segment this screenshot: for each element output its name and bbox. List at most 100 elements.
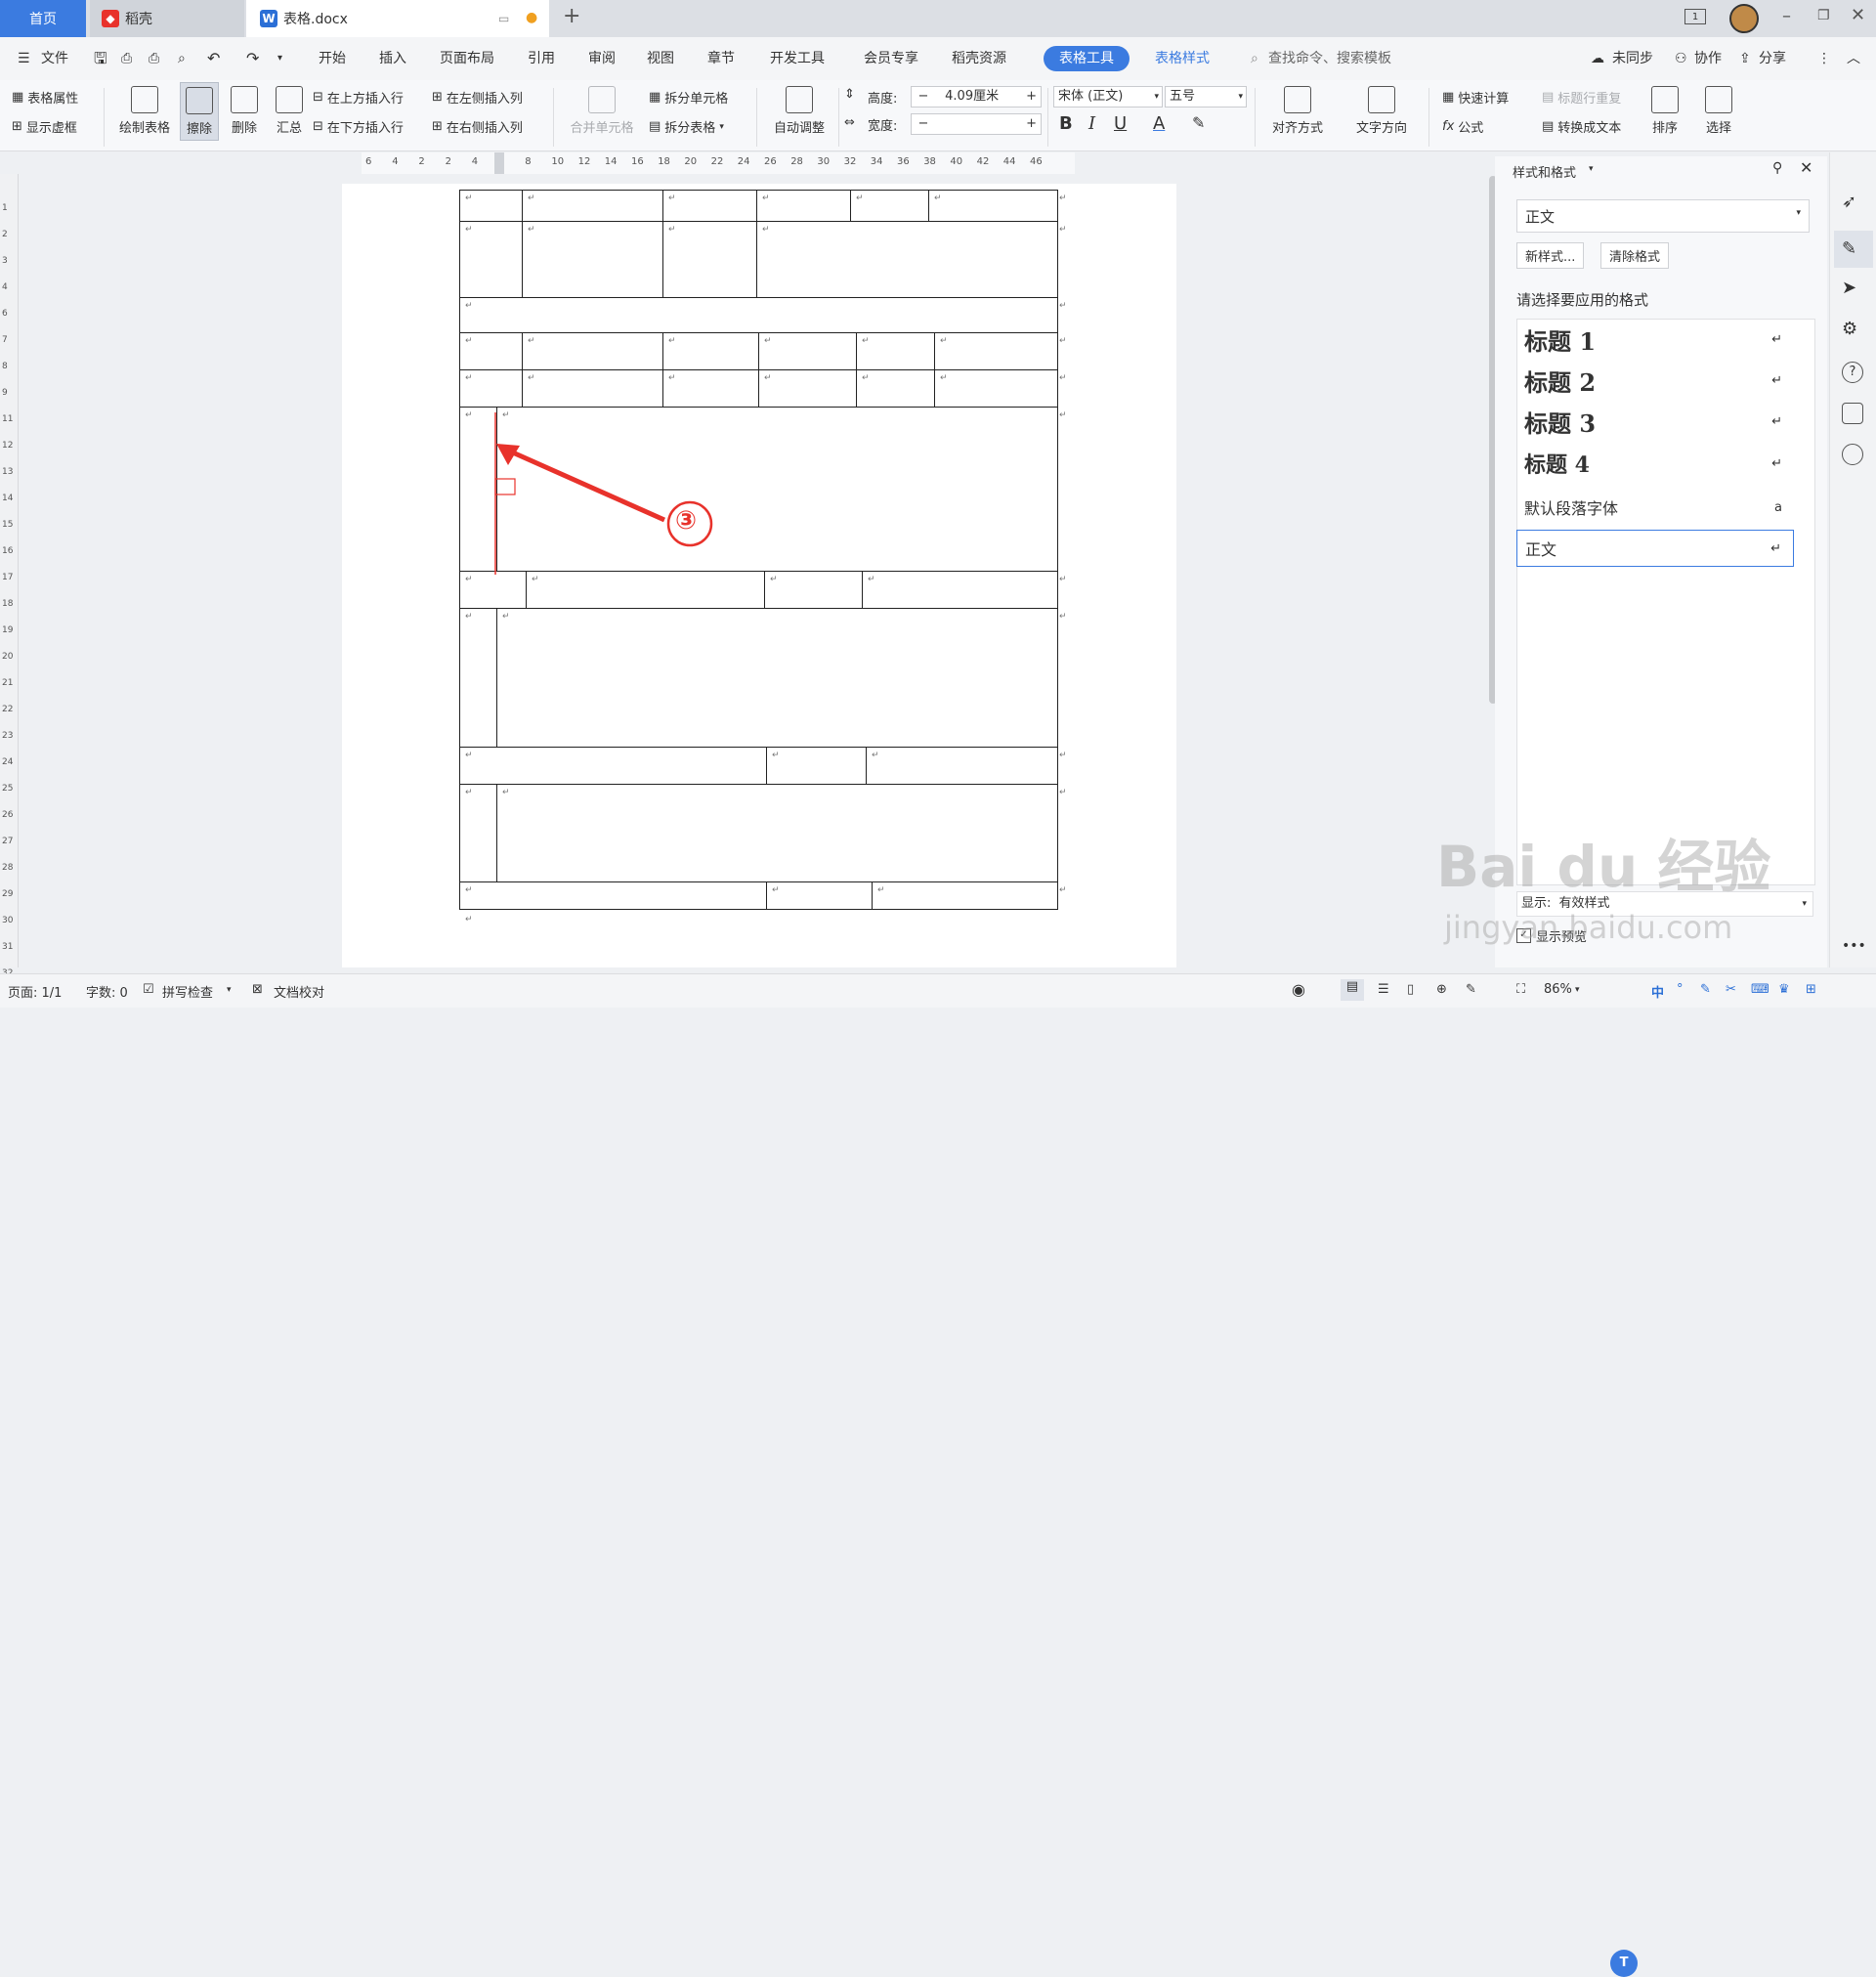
save-icon[interactable]: 🖫 xyxy=(94,37,107,80)
close-icon[interactable]: ✕ xyxy=(1851,5,1865,25)
ime-pen-icon[interactable]: ✎ xyxy=(1700,982,1711,997)
font-name-select[interactable]: 宋体 (正文) ▾ xyxy=(1053,86,1163,107)
align-button[interactable]: 对齐方式 xyxy=(1260,86,1335,136)
collapse-ribbon-icon[interactable]: ︿ xyxy=(1847,37,1860,80)
bold-button[interactable]: B xyxy=(1059,113,1073,134)
chevron-down-icon[interactable]: ▾ xyxy=(227,985,232,995)
menu-file[interactable]: 文件 xyxy=(41,37,68,80)
current-style-select[interactable]: 正文 ▾ xyxy=(1516,199,1810,233)
width-field[interactable]: − + xyxy=(911,113,1042,135)
width-increase-button[interactable]: + xyxy=(1026,114,1037,134)
sliders-icon[interactable]: ⚙ xyxy=(1842,319,1863,340)
menu-view[interactable]: 视图 xyxy=(647,37,674,80)
menu-section[interactable]: 章节 xyxy=(707,37,735,80)
menu-start[interactable]: 开始 xyxy=(319,37,346,80)
menu-review[interactable]: 审阅 xyxy=(588,37,616,80)
table-cell[interactable] xyxy=(872,881,1058,910)
sort-button[interactable]: 排序 xyxy=(1647,86,1683,136)
width-decrease-button[interactable]: − xyxy=(916,114,931,134)
chevron-down-icon[interactable]: ▾ xyxy=(1589,164,1594,174)
insert-row-above-button[interactable]: ⊟ 在上方插入行 xyxy=(313,88,404,107)
minimize-icon[interactable]: – xyxy=(1782,6,1791,26)
text-direction-button[interactable]: 文字方向 xyxy=(1344,86,1419,136)
table-properties-button[interactable]: ▦ 表格属性 xyxy=(12,88,78,107)
table-cell[interactable] xyxy=(866,747,1058,785)
auto-fit-button[interactable]: 自动调整 xyxy=(762,86,836,136)
ime-mode-button[interactable]: 中 xyxy=(1651,982,1664,1001)
outline-view-icon[interactable]: ☰ xyxy=(1378,982,1389,997)
window-switch-icon[interactable]: 1 xyxy=(1684,9,1706,24)
collab-button[interactable]: 协作 xyxy=(1694,37,1722,80)
repeat-header-button[interactable]: ▤ 标题行重复 xyxy=(1542,88,1621,107)
table-cell[interactable] xyxy=(459,881,767,910)
page-view-icon[interactable]: ▤ xyxy=(1341,979,1364,1001)
style-item[interactable]: 标题 2 ↵ xyxy=(1516,362,1794,399)
table-cell[interactable] xyxy=(766,747,867,785)
font-size-select[interactable]: 五号 ▾ xyxy=(1165,86,1247,107)
monitor-icon[interactable]: ▭ xyxy=(498,12,509,25)
lightning-icon[interactable] xyxy=(1842,444,1863,465)
font-color-button[interactable]: A xyxy=(1153,113,1165,134)
height-field[interactable]: − 4.09厘米 + xyxy=(911,86,1042,107)
draw-table-button[interactable]: 绘制表格 xyxy=(113,86,176,136)
eraser-button[interactable]: 擦除 xyxy=(180,82,219,141)
pen-mode-icon[interactable]: ✎ xyxy=(1466,982,1476,997)
fit-page-icon[interactable]: ⛶ xyxy=(1516,982,1525,997)
ime-keyboard-icon[interactable]: ⌨ xyxy=(1751,982,1769,997)
italic-button[interactable]: I xyxy=(1088,113,1095,134)
summary-button[interactable]: 汇总 xyxy=(272,86,307,136)
merge-cells-button[interactable]: 合并单元格 xyxy=(561,86,643,136)
export-pdf-icon[interactable]: ⎙ xyxy=(121,37,132,80)
redo-icon[interactable]: ↷ xyxy=(246,37,259,80)
pin-icon[interactable]: ⚲ xyxy=(1772,160,1782,176)
more-icon[interactable]: ⋮ xyxy=(1817,37,1831,80)
height-decrease-button[interactable]: − xyxy=(916,87,931,107)
table-cell[interactable] xyxy=(764,571,863,609)
search-input[interactable]: 查找命令、搜索模板 xyxy=(1268,37,1391,80)
panel-title[interactable]: 样式和格式 xyxy=(1513,162,1576,181)
show-gridlines-button[interactable]: ⊞ 显示虚框 xyxy=(12,117,77,136)
style-item[interactable]: 标题 4 ↵ xyxy=(1516,445,1794,482)
zoom-level[interactable]: 86% xyxy=(1544,982,1572,997)
ime-punct-icon[interactable]: ° xyxy=(1677,982,1684,997)
insert-col-left-button[interactable]: ⊞ 在左侧插入列 xyxy=(432,88,523,107)
insert-col-right-button[interactable]: ⊞ 在右侧插入列 xyxy=(432,117,523,136)
table-cell[interactable] xyxy=(766,881,873,910)
table-cell[interactable] xyxy=(526,571,765,609)
highlight-icon[interactable]: ✎ xyxy=(1192,113,1205,132)
chevron-down-icon[interactable]: ▾ xyxy=(1575,985,1580,995)
split-table-button[interactable]: ▤ 拆分表格 ▾ xyxy=(649,117,724,136)
new-tab-button[interactable]: + xyxy=(563,4,580,28)
doc-proof-button[interactable]: 文档校对 xyxy=(274,982,324,1001)
menu-docer-resources[interactable]: 稻壳资源 xyxy=(952,37,1006,80)
new-style-button[interactable]: 新样式... xyxy=(1516,242,1585,269)
style-item[interactable]: 标题 1 ↵ xyxy=(1516,321,1794,358)
convert-to-text-button[interactable]: ▤ 转换成文本 xyxy=(1542,117,1621,136)
quick-calc-button[interactable]: ▦ 快速计算 xyxy=(1442,88,1509,107)
clear-format-button[interactable]: 清除格式 xyxy=(1600,242,1670,269)
table-cell[interactable] xyxy=(496,784,1058,882)
table-cell[interactable] xyxy=(459,784,497,882)
pen-icon[interactable]: ✎ xyxy=(1842,238,1863,260)
tab-docer[interactable]: ◆ 稻壳 xyxy=(90,0,244,37)
tab-table-style[interactable]: 表格样式 xyxy=(1155,37,1210,80)
table-cell[interactable] xyxy=(459,747,767,785)
share-button[interactable]: 分享 xyxy=(1759,37,1786,80)
chevron-down-icon[interactable]: ▾ xyxy=(277,37,282,80)
hamburger-icon[interactable]: ☰ xyxy=(18,37,30,80)
ime-scissors-icon[interactable]: ✂ xyxy=(1726,982,1736,997)
table-cell[interactable] xyxy=(862,571,1058,609)
ruler-marker[interactable] xyxy=(494,152,504,174)
word-count[interactable]: 字数: 0 xyxy=(86,982,128,1001)
cursor-icon[interactable]: ➤ xyxy=(1842,278,1863,299)
rocket-icon[interactable]: ➶ xyxy=(1842,192,1863,213)
web-view-icon[interactable]: ⊕ xyxy=(1436,982,1447,997)
ime-logo-icon[interactable]: T xyxy=(1610,1950,1638,1977)
undo-icon[interactable]: ↶ xyxy=(207,37,220,80)
ime-shirt-icon[interactable]: ♛ xyxy=(1778,982,1790,997)
sync-button[interactable]: 未同步 xyxy=(1612,37,1653,80)
more-dots-icon[interactable]: ••• xyxy=(1842,938,1866,954)
horizontal-ruler[interactable]: 6422468101214161820222426283032343638404… xyxy=(362,152,1075,174)
avatar[interactable] xyxy=(1729,4,1759,33)
restore-icon[interactable]: ❐ xyxy=(1817,8,1830,23)
